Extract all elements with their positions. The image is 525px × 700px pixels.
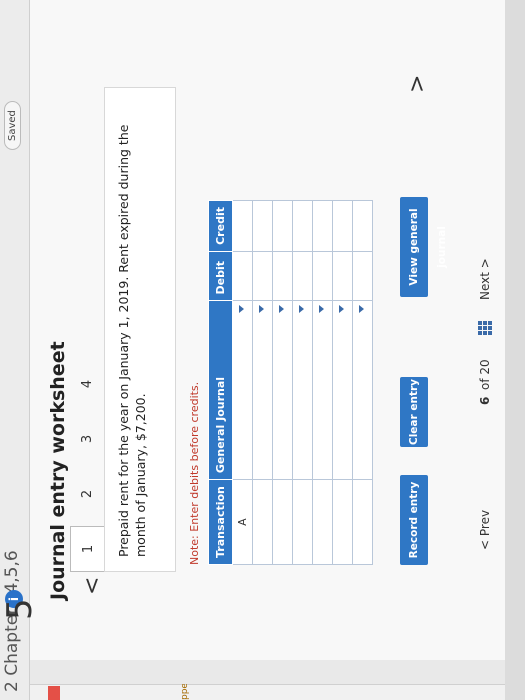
- table-row: [292, 200, 313, 565]
- transaction-cell: A: [232, 479, 253, 565]
- debit-input[interactable]: [332, 251, 353, 301]
- debit-input[interactable]: [292, 251, 313, 301]
- dropdown-arrow-icon: [259, 305, 264, 314]
- journal-table: Transaction General Journal Debit Credit…: [208, 200, 373, 565]
- transaction-cell: [332, 479, 353, 565]
- table-row: [272, 200, 293, 565]
- tab-3[interactable]: 3: [70, 416, 106, 462]
- chapter-title: 2 Chapters 4,5,6: [2, 550, 22, 692]
- debit-input[interactable]: [272, 251, 293, 301]
- red-marker-icon: [48, 686, 60, 700]
- note-text: Note: Enter debits before credits.: [188, 381, 201, 565]
- account-select[interactable]: [352, 300, 373, 480]
- table-row: [252, 200, 273, 565]
- side-label: pped: [180, 684, 190, 700]
- table-row: A: [232, 200, 253, 565]
- header-credit: Credit: [208, 200, 233, 252]
- header-transaction: Transaction: [208, 479, 233, 565]
- credit-input[interactable]: [292, 200, 313, 252]
- tab-2[interactable]: 2: [70, 471, 106, 517]
- transaction-cell: [312, 479, 333, 565]
- account-select[interactable]: [332, 300, 353, 480]
- credit-input[interactable]: [272, 200, 293, 252]
- dropdown-arrow-icon: [359, 305, 364, 314]
- page-title: Journal entry worksheet: [47, 341, 69, 600]
- credit-input[interactable]: [332, 200, 353, 252]
- chevron-left-icon[interactable]: <: [80, 577, 105, 595]
- transaction-cell: [352, 479, 373, 565]
- clear-entry-button[interactable]: Clear entry: [400, 377, 428, 447]
- debit-input[interactable]: [312, 251, 333, 301]
- debit-input[interactable]: [232, 251, 253, 301]
- debit-input[interactable]: [352, 251, 373, 301]
- chevron-right-icon[interactable]: >: [405, 75, 430, 93]
- transaction-cell: [252, 479, 273, 565]
- table-row: [352, 200, 373, 565]
- next-link[interactable]: Next >: [478, 258, 492, 300]
- credit-input[interactable]: [352, 200, 373, 252]
- credit-input[interactable]: [312, 200, 333, 252]
- tab-1[interactable]: 1: [70, 526, 106, 572]
- account-select[interactable]: [292, 300, 313, 480]
- question-number: 5: [0, 598, 40, 620]
- dropdown-arrow-icon: [239, 305, 244, 314]
- dropdown-arrow-icon: [279, 305, 284, 314]
- dropdown-arrow-icon: [339, 305, 344, 314]
- transaction-cell: [272, 479, 293, 565]
- action-buttons: Record entry Clear entry View general jo…: [400, 197, 448, 565]
- debit-input[interactable]: [252, 251, 273, 301]
- page-position: 6: [478, 396, 492, 405]
- transaction-cell: [292, 479, 313, 565]
- account-select[interactable]: [232, 300, 253, 480]
- grid-icon[interactable]: [478, 321, 492, 335]
- prompt-text: Prepaid rent for the year on January 1, …: [116, 124, 148, 557]
- account-select[interactable]: [272, 300, 293, 480]
- dropdown-arrow-icon: [319, 305, 324, 314]
- page-count: of 20: [478, 359, 492, 390]
- account-select[interactable]: [252, 300, 273, 480]
- table-row: [332, 200, 353, 565]
- view-general-journal-button[interactable]: View general journal: [400, 197, 448, 297]
- prompt-box: Prepaid rent for the year on January 1, …: [104, 87, 176, 572]
- record-entry-button[interactable]: Record entry: [400, 475, 428, 565]
- table-row: [312, 200, 333, 565]
- account-select[interactable]: [312, 300, 333, 480]
- left-strip: pped: [30, 684, 525, 700]
- credit-input[interactable]: [232, 200, 253, 252]
- prev-link[interactable]: < Prev: [478, 510, 492, 550]
- tab-4[interactable]: 4: [70, 361, 106, 407]
- table-header-row: Transaction General Journal Debit Credit: [208, 200, 233, 565]
- header-debit: Debit: [208, 251, 233, 301]
- bottom-strip: [505, 0, 525, 700]
- credit-input[interactable]: [252, 200, 273, 252]
- pager: < Prev 6 of 20 Next >: [478, 130, 508, 550]
- header-general-journal: General Journal: [208, 300, 233, 480]
- top-bar: 2 Chapters 4,5,6 i Saved: [0, 0, 30, 700]
- rotated-page: 2 Chapters 4,5,6 i Saved pped 5 Journal …: [0, 0, 525, 700]
- saved-badge: Saved: [4, 101, 21, 150]
- dropdown-arrow-icon: [299, 305, 304, 314]
